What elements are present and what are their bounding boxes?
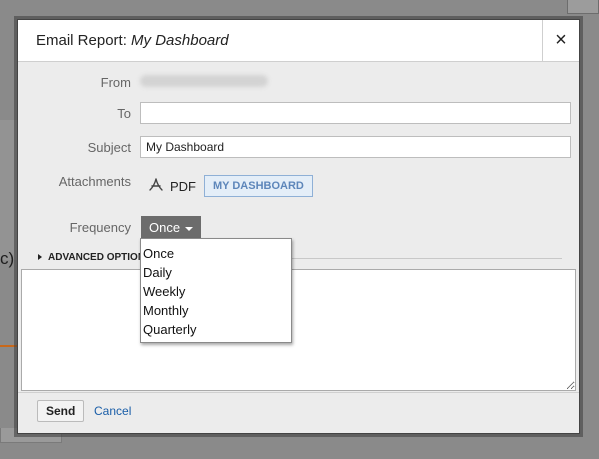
advanced-options-toggle[interactable]: ADVANCED OPTIONS: [38, 252, 152, 263]
frequency-select[interactable]: Once: [141, 216, 202, 239]
dialog-header: Email Report: My Dashboard ×: [18, 20, 579, 62]
message-textarea[interactable]: [21, 269, 576, 391]
frequency-option-monthly[interactable]: Monthly: [141, 301, 291, 320]
from-label: From: [100, 75, 131, 90]
to-label: To: [117, 106, 131, 121]
triangle-right-icon: [38, 254, 42, 261]
send-button[interactable]: Send: [37, 400, 85, 422]
frequency-option-once[interactable]: Once: [141, 244, 291, 263]
attachments-label: Attachments: [58, 174, 131, 189]
subject-label: Subject: [87, 140, 131, 155]
attachment-chip[interactable]: MY DASHBOARD: [204, 175, 313, 197]
cancel-link[interactable]: Cancel: [94, 404, 131, 418]
frequency-dropdown: Once Daily Weekly Monthly Quarterly: [140, 238, 292, 343]
frequency-option-weekly[interactable]: Weekly: [141, 282, 291, 301]
background-widget: [567, 0, 599, 14]
frequency-option-daily[interactable]: Daily: [141, 263, 291, 282]
advanced-options-label: ADVANCED OPTIONS: [48, 252, 152, 263]
dialog-title-name: My Dashboard: [131, 32, 229, 49]
close-button[interactable]: ×: [542, 20, 579, 61]
background-text: c): [0, 249, 15, 268]
subject-field[interactable]: [140, 136, 571, 158]
email-report-dialog: Email Report: My Dashboard × From To Sub…: [17, 19, 580, 434]
to-field[interactable]: [140, 102, 571, 124]
dialog-title: Email Report: My Dashboard: [36, 32, 229, 49]
background-chart-line: [0, 345, 18, 347]
close-icon: ×: [555, 29, 567, 51]
chevron-down-icon: [185, 226, 194, 231]
dialog-title-prefix: Email Report:: [36, 32, 132, 49]
footer-divider: [18, 392, 579, 393]
pdf-label[interactable]: PDF: [170, 179, 196, 194]
frequency-label: Frequency: [69, 220, 131, 235]
frequency-option-quarterly[interactable]: Quarterly: [141, 320, 291, 339]
from-value-redacted: [140, 75, 268, 87]
frequency-value: Once: [149, 220, 181, 235]
pdf-icon: [149, 178, 163, 191]
background-panel: [0, 120, 18, 260]
